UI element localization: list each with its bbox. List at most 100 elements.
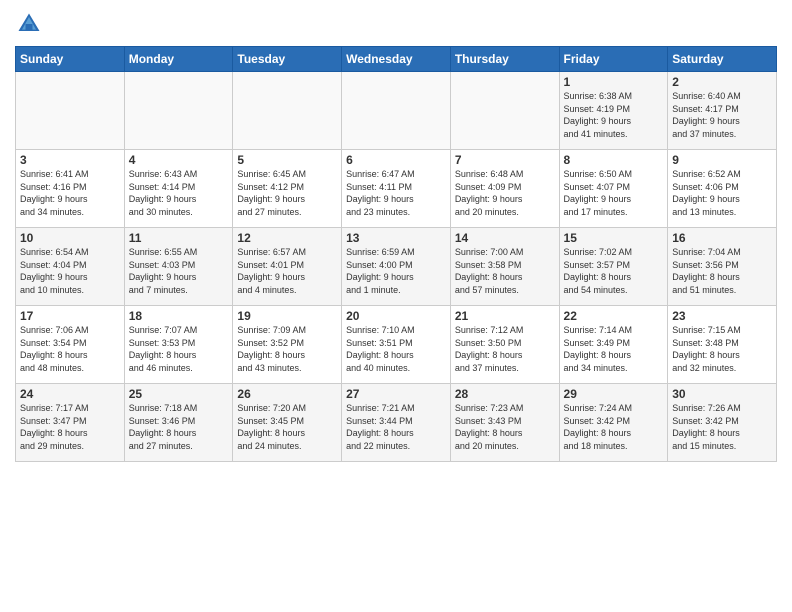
logo-icon xyxy=(15,10,43,38)
day-info: Sunrise: 7:23 AM Sunset: 3:43 PM Dayligh… xyxy=(455,402,555,452)
calendar-week-row: 10Sunrise: 6:54 AM Sunset: 4:04 PM Dayli… xyxy=(16,228,777,306)
day-number: 21 xyxy=(455,309,555,323)
day-number: 28 xyxy=(455,387,555,401)
day-info: Sunrise: 6:55 AM Sunset: 4:03 PM Dayligh… xyxy=(129,246,229,296)
day-info: Sunrise: 6:54 AM Sunset: 4:04 PM Dayligh… xyxy=(20,246,120,296)
day-info: Sunrise: 7:10 AM Sunset: 3:51 PM Dayligh… xyxy=(346,324,446,374)
calendar-cell: 2Sunrise: 6:40 AM Sunset: 4:17 PM Daylig… xyxy=(668,72,777,150)
calendar-week-row: 1Sunrise: 6:38 AM Sunset: 4:19 PM Daylig… xyxy=(16,72,777,150)
day-info: Sunrise: 7:07 AM Sunset: 3:53 PM Dayligh… xyxy=(129,324,229,374)
calendar-cell: 27Sunrise: 7:21 AM Sunset: 3:44 PM Dayli… xyxy=(342,384,451,462)
day-info: Sunrise: 6:43 AM Sunset: 4:14 PM Dayligh… xyxy=(129,168,229,218)
calendar-cell: 25Sunrise: 7:18 AM Sunset: 3:46 PM Dayli… xyxy=(124,384,233,462)
day-number: 12 xyxy=(237,231,337,245)
day-number: 4 xyxy=(129,153,229,167)
calendar-week-row: 3Sunrise: 6:41 AM Sunset: 4:16 PM Daylig… xyxy=(16,150,777,228)
calendar-cell: 9Sunrise: 6:52 AM Sunset: 4:06 PM Daylig… xyxy=(668,150,777,228)
day-number: 1 xyxy=(564,75,664,89)
calendar-cell: 5Sunrise: 6:45 AM Sunset: 4:12 PM Daylig… xyxy=(233,150,342,228)
day-info: Sunrise: 7:21 AM Sunset: 3:44 PM Dayligh… xyxy=(346,402,446,452)
day-info: Sunrise: 7:02 AM Sunset: 3:57 PM Dayligh… xyxy=(564,246,664,296)
day-number: 29 xyxy=(564,387,664,401)
weekday-header-row: SundayMondayTuesdayWednesdayThursdayFrid… xyxy=(16,47,777,72)
day-number: 14 xyxy=(455,231,555,245)
day-number: 22 xyxy=(564,309,664,323)
weekday-header-thursday: Thursday xyxy=(450,47,559,72)
calendar-cell: 16Sunrise: 7:04 AM Sunset: 3:56 PM Dayli… xyxy=(668,228,777,306)
day-number: 6 xyxy=(346,153,446,167)
day-number: 27 xyxy=(346,387,446,401)
day-info: Sunrise: 7:15 AM Sunset: 3:48 PM Dayligh… xyxy=(672,324,772,374)
day-number: 10 xyxy=(20,231,120,245)
calendar-cell: 12Sunrise: 6:57 AM Sunset: 4:01 PM Dayli… xyxy=(233,228,342,306)
day-info: Sunrise: 6:57 AM Sunset: 4:01 PM Dayligh… xyxy=(237,246,337,296)
calendar-cell: 6Sunrise: 6:47 AM Sunset: 4:11 PM Daylig… xyxy=(342,150,451,228)
day-info: Sunrise: 7:26 AM Sunset: 3:42 PM Dayligh… xyxy=(672,402,772,452)
day-info: Sunrise: 7:14 AM Sunset: 3:49 PM Dayligh… xyxy=(564,324,664,374)
day-number: 9 xyxy=(672,153,772,167)
calendar-cell: 4Sunrise: 6:43 AM Sunset: 4:14 PM Daylig… xyxy=(124,150,233,228)
calendar-cell xyxy=(342,72,451,150)
day-info: Sunrise: 7:12 AM Sunset: 3:50 PM Dayligh… xyxy=(455,324,555,374)
calendar-cell: 8Sunrise: 6:50 AM Sunset: 4:07 PM Daylig… xyxy=(559,150,668,228)
calendar-table: SundayMondayTuesdayWednesdayThursdayFrid… xyxy=(15,46,777,462)
day-info: Sunrise: 7:17 AM Sunset: 3:47 PM Dayligh… xyxy=(20,402,120,452)
calendar-week-row: 24Sunrise: 7:17 AM Sunset: 3:47 PM Dayli… xyxy=(16,384,777,462)
calendar-cell xyxy=(16,72,125,150)
day-number: 2 xyxy=(672,75,772,89)
day-number: 20 xyxy=(346,309,446,323)
day-info: Sunrise: 7:09 AM Sunset: 3:52 PM Dayligh… xyxy=(237,324,337,374)
day-number: 30 xyxy=(672,387,772,401)
day-info: Sunrise: 7:18 AM Sunset: 3:46 PM Dayligh… xyxy=(129,402,229,452)
day-info: Sunrise: 7:24 AM Sunset: 3:42 PM Dayligh… xyxy=(564,402,664,452)
day-number: 15 xyxy=(564,231,664,245)
day-number: 7 xyxy=(455,153,555,167)
calendar-cell: 14Sunrise: 7:00 AM Sunset: 3:58 PM Dayli… xyxy=(450,228,559,306)
calendar-week-row: 17Sunrise: 7:06 AM Sunset: 3:54 PM Dayli… xyxy=(16,306,777,384)
weekday-header-monday: Monday xyxy=(124,47,233,72)
weekday-header-friday: Friday xyxy=(559,47,668,72)
day-info: Sunrise: 7:04 AM Sunset: 3:56 PM Dayligh… xyxy=(672,246,772,296)
calendar-cell: 30Sunrise: 7:26 AM Sunset: 3:42 PM Dayli… xyxy=(668,384,777,462)
weekday-header-sunday: Sunday xyxy=(16,47,125,72)
day-info: Sunrise: 7:20 AM Sunset: 3:45 PM Dayligh… xyxy=(237,402,337,452)
calendar-cell: 26Sunrise: 7:20 AM Sunset: 3:45 PM Dayli… xyxy=(233,384,342,462)
day-number: 19 xyxy=(237,309,337,323)
day-info: Sunrise: 6:41 AM Sunset: 4:16 PM Dayligh… xyxy=(20,168,120,218)
calendar-cell: 7Sunrise: 6:48 AM Sunset: 4:09 PM Daylig… xyxy=(450,150,559,228)
day-number: 24 xyxy=(20,387,120,401)
calendar-cell: 18Sunrise: 7:07 AM Sunset: 3:53 PM Dayli… xyxy=(124,306,233,384)
day-info: Sunrise: 6:45 AM Sunset: 4:12 PM Dayligh… xyxy=(237,168,337,218)
calendar-cell: 13Sunrise: 6:59 AM Sunset: 4:00 PM Dayli… xyxy=(342,228,451,306)
day-info: Sunrise: 6:59 AM Sunset: 4:00 PM Dayligh… xyxy=(346,246,446,296)
calendar-cell: 21Sunrise: 7:12 AM Sunset: 3:50 PM Dayli… xyxy=(450,306,559,384)
page-container: SundayMondayTuesdayWednesdayThursdayFrid… xyxy=(0,0,792,612)
calendar-cell: 1Sunrise: 6:38 AM Sunset: 4:19 PM Daylig… xyxy=(559,72,668,150)
day-number: 16 xyxy=(672,231,772,245)
day-number: 8 xyxy=(564,153,664,167)
day-number: 13 xyxy=(346,231,446,245)
day-info: Sunrise: 6:47 AM Sunset: 4:11 PM Dayligh… xyxy=(346,168,446,218)
calendar-cell: 23Sunrise: 7:15 AM Sunset: 3:48 PM Dayli… xyxy=(668,306,777,384)
day-info: Sunrise: 6:48 AM Sunset: 4:09 PM Dayligh… xyxy=(455,168,555,218)
day-number: 17 xyxy=(20,309,120,323)
day-info: Sunrise: 6:40 AM Sunset: 4:17 PM Dayligh… xyxy=(672,90,772,140)
calendar-cell: 11Sunrise: 6:55 AM Sunset: 4:03 PM Dayli… xyxy=(124,228,233,306)
day-number: 5 xyxy=(237,153,337,167)
calendar-cell xyxy=(450,72,559,150)
day-info: Sunrise: 7:00 AM Sunset: 3:58 PM Dayligh… xyxy=(455,246,555,296)
day-info: Sunrise: 6:50 AM Sunset: 4:07 PM Dayligh… xyxy=(564,168,664,218)
day-info: Sunrise: 6:38 AM Sunset: 4:19 PM Dayligh… xyxy=(564,90,664,140)
day-info: Sunrise: 7:06 AM Sunset: 3:54 PM Dayligh… xyxy=(20,324,120,374)
calendar-cell: 10Sunrise: 6:54 AM Sunset: 4:04 PM Dayli… xyxy=(16,228,125,306)
calendar-cell: 3Sunrise: 6:41 AM Sunset: 4:16 PM Daylig… xyxy=(16,150,125,228)
day-number: 11 xyxy=(129,231,229,245)
weekday-header-wednesday: Wednesday xyxy=(342,47,451,72)
weekday-header-saturday: Saturday xyxy=(668,47,777,72)
weekday-header-tuesday: Tuesday xyxy=(233,47,342,72)
calendar-cell xyxy=(233,72,342,150)
calendar-cell: 20Sunrise: 7:10 AM Sunset: 3:51 PM Dayli… xyxy=(342,306,451,384)
day-number: 18 xyxy=(129,309,229,323)
header xyxy=(15,10,777,38)
calendar-cell: 22Sunrise: 7:14 AM Sunset: 3:49 PM Dayli… xyxy=(559,306,668,384)
